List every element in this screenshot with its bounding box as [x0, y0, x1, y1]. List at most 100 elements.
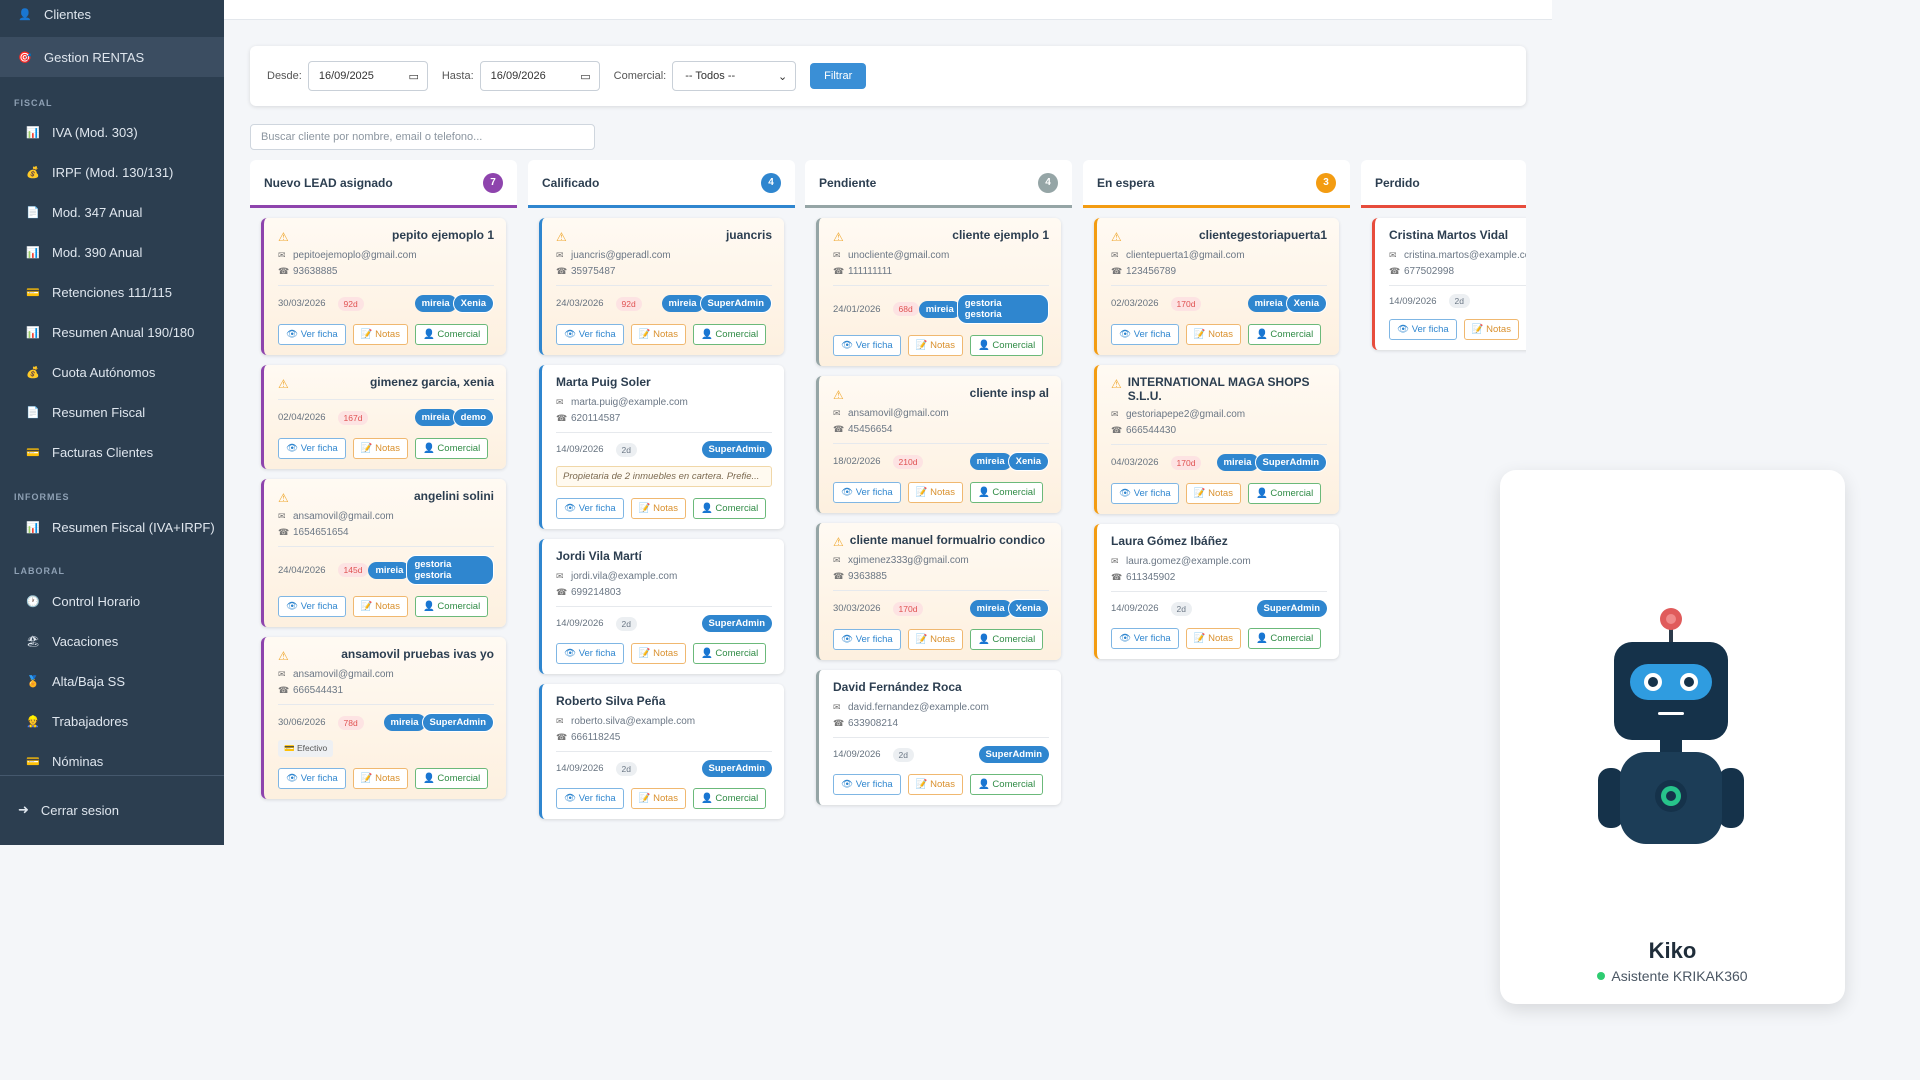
- view-record-button[interactable]: 👁 Ver ficha: [833, 335, 901, 356]
- notes-button[interactable]: 📝 Notas: [630, 498, 686, 519]
- sidebar-item-resumen-iva-irpf[interactable]: 📊 Resumen Fiscal (IVA+IRPF): [0, 507, 224, 547]
- commercial-button[interactable]: 👤 Comercial: [969, 774, 1044, 795]
- client-name[interactable]: INTERNATIONAL MAGA SHOPS S.L.U.: [1128, 375, 1327, 403]
- filter-button[interactable]: Filtrar: [810, 63, 867, 89]
- commercial-button[interactable]: 👤 Comercial: [1247, 324, 1322, 345]
- commercial-button[interactable]: 👤 Comercial: [414, 596, 489, 617]
- commercial-button[interactable]: 👤 Comercial: [969, 335, 1044, 356]
- notes-button[interactable]: 📝 Notas: [630, 643, 686, 664]
- view-record-button[interactable]: 👁 Ver ficha: [556, 788, 624, 809]
- client-name[interactable]: Roberto Silva Peña: [556, 694, 665, 708]
- notes-button[interactable]: 📝 Notas: [907, 629, 963, 650]
- sidebar-item-vacaciones[interactable]: 🏖 Vacaciones: [0, 621, 224, 661]
- sidebar-item-trabajadores[interactable]: 👷 Trabajadores: [0, 701, 224, 741]
- view-record-button[interactable]: 👁 Ver ficha: [556, 498, 624, 519]
- client-name[interactable]: Jordi Vila Martí: [556, 549, 642, 563]
- search-input[interactable]: Buscar cliente por nombre, email o telef…: [250, 124, 595, 150]
- notes-button[interactable]: 📝 Notas: [907, 774, 963, 795]
- sidebar-item-resumen-anual[interactable]: 📊 Resumen Anual 190/180: [0, 312, 224, 352]
- sidebar-item-iva[interactable]: 📊 IVA (Mod. 303): [0, 112, 224, 152]
- commercial-button[interactable]: 👤 Comercial: [692, 643, 767, 664]
- lead-card[interactable]: ⚠ gimenez garcia, xenia 02/04/2026 167d mire…: [261, 365, 506, 469]
- client-name[interactable]: Laura Gómez Ibáñez: [1111, 534, 1228, 548]
- commercial-button[interactable]: 👤 Comercial: [692, 324, 767, 345]
- commercial-button[interactable]: 👤 Comercial: [969, 482, 1044, 503]
- client-name[interactable]: cliente manuel formualrio condico: [850, 533, 1049, 547]
- client-name[interactable]: pepito ejemoplo 1: [392, 228, 494, 242]
- notes-button[interactable]: 📝 Notas: [1185, 628, 1241, 649]
- lead-card[interactable]: ⚠ juancris ✉ juancris@gperadl.com ☎ 35975487 2…: [539, 218, 784, 355]
- commercial-button[interactable]: 👤 Comercial: [969, 629, 1044, 650]
- view-record-button[interactable]: 👁 Ver ficha: [278, 438, 346, 459]
- hasta-date-input[interactable]: 16/09/2026 ▭: [479, 61, 600, 91]
- sidebar-item-control-horario[interactable]: 🕐 Control Horario: [0, 581, 224, 621]
- lead-card[interactable]: ⚠ pepito ejemoplo 1 ✉ pepitoejemoplo@gmail.…: [261, 218, 506, 355]
- lead-card[interactable]: Cristina Martos Vidal ✉ cristina.martos@ex…: [1372, 218, 1526, 350]
- lead-card[interactable]: ⚠ INTERNATIONAL MAGA SHOPS S.L.U. ✉ gestori…: [1094, 365, 1339, 514]
- client-name[interactable]: Cristina Martos Vidal: [1389, 228, 1508, 242]
- lead-card[interactable]: ⚠ cliente manuel formualrio condico ✉ xgime…: [816, 523, 1061, 660]
- client-name[interactable]: cliente insp al: [970, 386, 1049, 400]
- sidebar-item-clientes[interactable]: 👤 Clientes: [0, 0, 224, 34]
- commercial-button[interactable]: 👤 Comercial: [414, 324, 489, 345]
- sidebar-item-facturas[interactable]: 💳 Facturas Clientes: [0, 432, 224, 472]
- sidebar-item-retenciones[interactable]: 💳 Retenciones 111/115: [0, 272, 224, 312]
- view-record-button[interactable]: 👁 Ver ficha: [1111, 483, 1179, 504]
- view-record-button[interactable]: 👁 Ver ficha: [278, 768, 346, 789]
- commercial-button[interactable]: 👤 Comercial: [414, 768, 489, 789]
- sidebar-item-mod390[interactable]: 📊 Mod. 390 Anual: [0, 232, 224, 272]
- desde-date-input[interactable]: 16/09/2025 ▭: [307, 61, 428, 91]
- view-record-button[interactable]: 👁 Ver ficha: [1389, 319, 1457, 340]
- lead-card[interactable]: Jordi Vila Martí ✉ jordi.vila@example.com ☎…: [539, 539, 784, 674]
- notes-button[interactable]: 📝 Notas: [352, 438, 408, 459]
- view-record-button[interactable]: 👁 Ver ficha: [833, 629, 901, 650]
- notes-button[interactable]: 📝 Notas: [907, 335, 963, 356]
- client-name[interactable]: clientegestoriapuerta1: [1199, 228, 1327, 242]
- view-record-button[interactable]: 👁 Ver ficha: [1111, 324, 1179, 345]
- logout-button[interactable]: ➜ Cerrar sesion: [0, 790, 224, 830]
- lead-card[interactable]: ⚠ angelini solini ✉ ansamovil@gmail.com ☎ 165…: [261, 479, 506, 627]
- view-record-button[interactable]: 👁 Ver ficha: [556, 643, 624, 664]
- lead-card[interactable]: Laura Gómez Ibáñez ✉ laura.gomez@example.c…: [1094, 524, 1339, 659]
- notes-button[interactable]: 📝 Notas: [630, 788, 686, 809]
- client-name[interactable]: gimenez garcia, xenia: [370, 375, 494, 389]
- client-name[interactable]: Marta Puig Soler: [556, 375, 651, 389]
- lead-card[interactable]: ⚠ cliente ejemplo 1 ✉ unocliente@gmail.com ☎…: [816, 218, 1061, 366]
- lead-card[interactable]: ⚠ cliente insp al ✉ ansamovil@gmail.com ☎ 454…: [816, 376, 1061, 513]
- notes-button[interactable]: 📝 Notas: [630, 324, 686, 345]
- lead-card[interactable]: David Fernández Roca ✉ david.fernandez@exa…: [816, 670, 1061, 805]
- notes-button[interactable]: 📝 Notas: [352, 768, 408, 789]
- client-name[interactable]: juancris: [726, 228, 772, 242]
- client-name[interactable]: ansamovil pruebas ivas yo: [341, 647, 494, 661]
- lead-card[interactable]: ⚠ ansamovil pruebas ivas yo ✉ ansamovil@gma…: [261, 637, 506, 799]
- lead-card[interactable]: Roberto Silva Peña ✉ roberto.silva@example…: [539, 684, 784, 819]
- comercial-select[interactable]: -- Todos -- ⌄: [672, 61, 797, 91]
- commercial-button[interactable]: 👤 Comercial: [1247, 483, 1322, 504]
- commercial-button[interactable]: 👤 Comercial: [692, 498, 767, 519]
- view-record-button[interactable]: 👁 Ver ficha: [833, 774, 901, 795]
- assistant-widget[interactable]: Kiko Asistente KRIKAK360: [1500, 470, 1845, 1004]
- notes-button[interactable]: 📝 Notas: [352, 324, 408, 345]
- client-name[interactable]: David Fernández Roca: [833, 680, 962, 694]
- sidebar-item-gestion-rentas[interactable]: 🎯 Gestion RENTAS: [0, 37, 224, 77]
- view-record-button[interactable]: 👁 Ver ficha: [278, 596, 346, 617]
- notes-button[interactable]: 📝 Notas: [1185, 324, 1241, 345]
- sidebar-item-resumen-fiscal[interactable]: 📄 Resumen Fiscal: [0, 392, 224, 432]
- view-record-button[interactable]: 👁 Ver ficha: [1111, 628, 1179, 649]
- sidebar-item-mod347[interactable]: 📄 Mod. 347 Anual: [0, 192, 224, 232]
- commercial-button[interactable]: 👤 Comercial: [1247, 628, 1322, 649]
- notes-button[interactable]: 📝 Notas: [1463, 319, 1519, 340]
- notes-button[interactable]: 📝 Notas: [1185, 483, 1241, 504]
- commercial-button[interactable]: 👤 Comercial: [692, 788, 767, 809]
- client-name[interactable]: angelini solini: [414, 489, 494, 503]
- lead-card[interactable]: Marta Puig Soler ✉ marta.puig@example.com ☎…: [539, 365, 784, 529]
- notes-button[interactable]: 📝 Notas: [907, 482, 963, 503]
- view-record-button[interactable]: 👁 Ver ficha: [556, 324, 624, 345]
- view-record-button[interactable]: 👁 Ver ficha: [278, 324, 346, 345]
- client-name[interactable]: cliente ejemplo 1: [952, 228, 1049, 242]
- commercial-button[interactable]: 👤 Comercial: [414, 438, 489, 459]
- notes-button[interactable]: 📝 Notas: [352, 596, 408, 617]
- view-record-button[interactable]: 👁 Ver ficha: [833, 482, 901, 503]
- sidebar-item-irpf[interactable]: 💰 IRPF (Mod. 130/131): [0, 152, 224, 192]
- sidebar-item-alta-baja[interactable]: 🏅 Alta/Baja SS: [0, 661, 224, 701]
